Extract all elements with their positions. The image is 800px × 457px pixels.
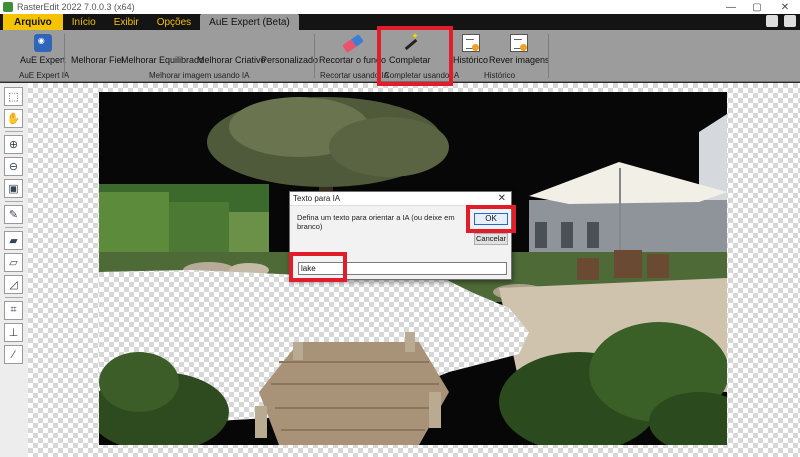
- maximize-button[interactable]: ▢: [744, 0, 770, 14]
- historico-button[interactable]: Histórico: [453, 34, 488, 65]
- group-historico: Histórico: [484, 71, 516, 80]
- fit-window-icon[interactable]: ▣: [4, 179, 23, 198]
- highlight-input-field: [289, 252, 347, 282]
- melhorar-fiel-label: Melhorar Fiel: [71, 55, 124, 65]
- stamp-icon[interactable]: ⊥: [4, 323, 23, 342]
- zoom-out-icon[interactable]: ⊖: [4, 157, 23, 176]
- aue-expert-button[interactable]: AuE Expert: [20, 34, 66, 65]
- personalizado-button[interactable]: Personalizado: [261, 34, 398, 144]
- recortar-fundo-label: Recortar o fundo: [319, 55, 387, 65]
- cancel-button[interactable]: Cancelar: [474, 233, 508, 245]
- hand-pan-icon[interactable]: ✋: [4, 109, 23, 128]
- crop-icon[interactable]: ⌗: [4, 301, 23, 320]
- window-title: RasterEdit 2022 7.0.0.3 (x64): [17, 2, 135, 12]
- robot-icon: [33, 34, 52, 52]
- document-icon: [461, 34, 480, 52]
- tab-opcoes[interactable]: Opções: [148, 14, 200, 30]
- recortar-fundo-button[interactable]: Recortar o fundo: [319, 34, 386, 65]
- pen-icon[interactable]: ✎: [4, 205, 23, 224]
- select-icon[interactable]: ⬚: [4, 87, 23, 106]
- restore-icon[interactable]: [784, 15, 796, 27]
- left-toolbar: ⬚ ✋ ⊕ ⊖ ▣ ✎ ▰ ▱ ◿ ⌗ ⊥ ⁄: [0, 83, 28, 457]
- highlight-completar: [377, 26, 453, 86]
- group-melhorar-imagem: Melhorar imagem usando IA: [149, 71, 250, 80]
- dialog-title: Texto para IA: [290, 192, 511, 206]
- zoom-in-icon[interactable]: ⊕: [4, 135, 23, 154]
- ribbon-separator: [64, 34, 65, 78]
- dialog-message: Defina um texto para orientar a IA (ou d…: [297, 213, 455, 231]
- toolbar-separator: [5, 297, 23, 298]
- save-icon[interactable]: [766, 15, 778, 27]
- tab-exibir[interactable]: Exibir: [105, 14, 148, 30]
- historico-label: Histórico: [453, 55, 489, 65]
- aue-expert-label: AuE Expert: [20, 55, 66, 65]
- highlight-ok-button: [466, 205, 516, 233]
- eraser-icon: [341, 34, 364, 53]
- minimize-button[interactable]: —: [718, 0, 744, 14]
- app-logo-icon: [3, 2, 13, 12]
- melhorar-fiel-button[interactable]: Melhorar Fiel: [71, 34, 206, 144]
- toolbar-separator: [5, 227, 23, 228]
- ribbon-separator: [548, 34, 549, 78]
- group-aue-expert-ia: AuE Expert IA: [19, 71, 70, 80]
- personalizado-label: Personalizado: [261, 55, 319, 65]
- melhorar-criativo-label: Melhorar Criativo: [197, 55, 266, 65]
- eraser-alt-icon[interactable]: ▱: [4, 253, 23, 272]
- lasso-icon[interactable]: ◿: [4, 275, 23, 294]
- rever-imagens-label: Rever imagens: [489, 55, 550, 65]
- dialog-close-button[interactable]: ✕: [498, 192, 506, 206]
- melhorar-equilibrado-button[interactable]: Melhorar Equilibrado: [121, 34, 271, 144]
- tab-inicio[interactable]: Início: [63, 14, 105, 30]
- title-bar: RasterEdit 2022 7.0.0.3 (x64) — ▢ ✕: [0, 0, 800, 14]
- melhorar-equilibrado-label: Melhorar Equilibrado: [121, 55, 205, 65]
- tab-aue-expert[interactable]: AuE Expert (Beta): [200, 14, 299, 30]
- melhorar-criativo-button[interactable]: Melhorar Criativo: [197, 34, 340, 144]
- toolbar-separator: [5, 131, 23, 132]
- ribbon-separator: [314, 34, 315, 78]
- eyedropper-icon[interactable]: ⁄: [4, 345, 23, 364]
- tabbar-right-icons: [766, 15, 796, 27]
- tab-arquivo[interactable]: Arquivo: [3, 14, 63, 30]
- close-window-button[interactable]: ✕: [772, 0, 798, 14]
- document-icon: [510, 34, 529, 52]
- toolbar-separator: [5, 201, 23, 202]
- rever-imagens-button[interactable]: Rever imagens: [489, 34, 550, 65]
- eraser-icon[interactable]: ▰: [4, 231, 23, 250]
